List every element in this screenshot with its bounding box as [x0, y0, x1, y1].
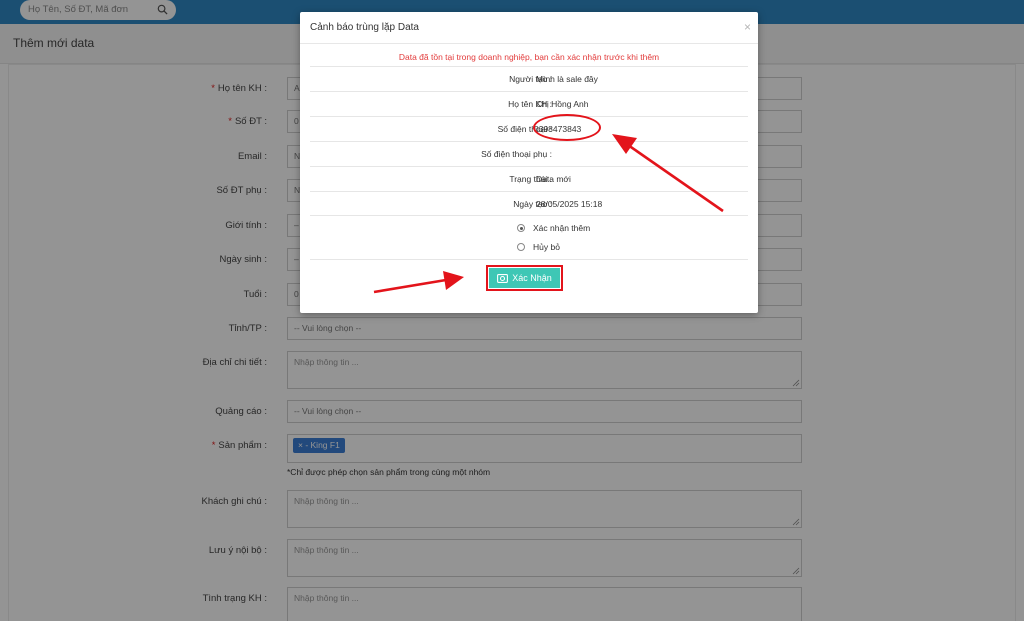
modal-title: Cảnh báo trùng lặp Data [310, 22, 419, 33]
confirm-options: Xác nhận thêm Hủy bỏ [310, 215, 748, 260]
info-row-customer-name: Họ tên KH : Chị Hồng Anh [310, 91, 748, 116]
info-value: Mình là sale đây [536, 74, 598, 84]
duplicate-warning-modal: Cảnh báo trùng lặp Data × Data đã tồn tạ… [300, 12, 758, 313]
info-value: Data mới [536, 174, 571, 184]
highlight-ellipse [533, 114, 601, 141]
confirm-button-face[interactable]: Xác Nhận [489, 268, 560, 288]
info-row-secondary-phone: Số điện thoại phụ : [310, 141, 748, 166]
radio-unchecked-icon[interactable] [517, 243, 525, 251]
info-value: 28/05/2025 15:18 [536, 199, 603, 209]
radio-confirm-add[interactable]: Xác nhận thêm [517, 223, 590, 233]
info-row-created-date: Ngày tạo : 28/05/2025 15:18 [310, 191, 748, 216]
modal-header: Cảnh báo trùng lặp Data × [300, 12, 758, 44]
info-label: Số điện thoại phụ : [481, 149, 552, 159]
radio-label: Hủy bỏ [533, 242, 560, 252]
camera-icon [497, 274, 509, 283]
radio-label: Xác nhận thêm [533, 223, 591, 233]
confirm-button[interactable]: Xác Nhận [486, 265, 563, 291]
radio-cancel[interactable]: Hủy bỏ [517, 242, 560, 252]
confirm-label: Xác Nhận [512, 273, 552, 283]
close-icon[interactable]: × [744, 20, 751, 34]
info-row-phone: Số điện thoại : 0398473843 [310, 116, 748, 141]
duplicate-warning-text: Data đã tồn tại trong doanh nghiệp, bạn … [398, 52, 660, 62]
radio-checked-icon[interactable] [517, 224, 525, 232]
info-value: Chị Hồng Anh [536, 99, 589, 109]
info-row-creator: Người tạo : Mình là sale đây [310, 66, 748, 91]
info-row-status: Trạng thái : Data mới [310, 166, 748, 191]
